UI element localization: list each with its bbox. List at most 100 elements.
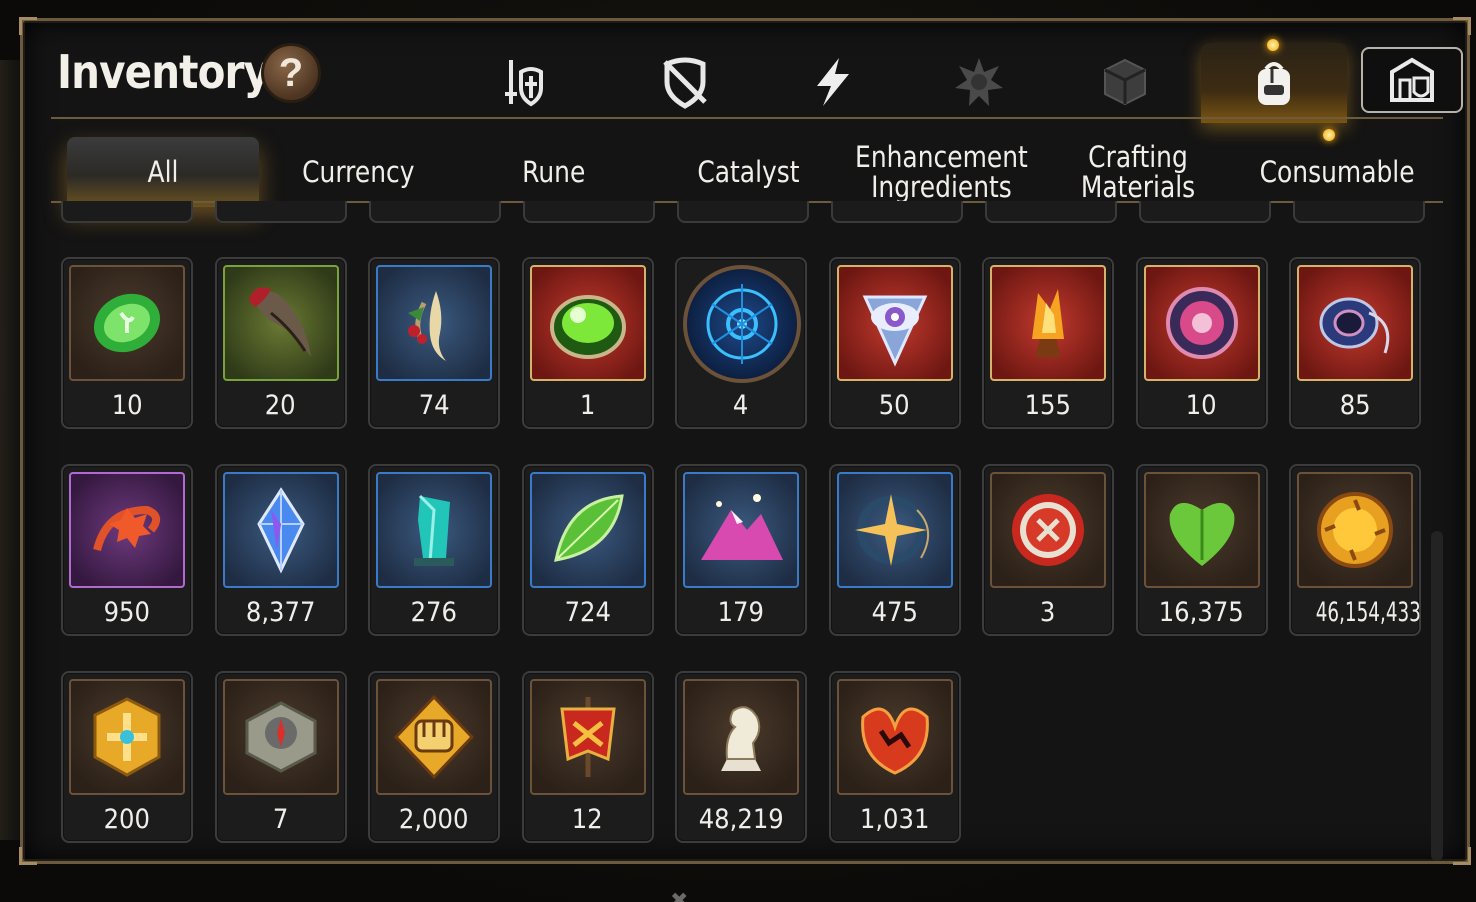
- item-quantity: 16,375: [1138, 597, 1266, 628]
- item-icon-frame: [69, 472, 185, 588]
- partial-item-cell[interactable]: [61, 201, 193, 223]
- partial-item-cell[interactable]: [523, 201, 655, 223]
- item-slot[interactable]: 46,154,433: [1289, 464, 1421, 636]
- item-icon-frame: [529, 679, 646, 795]
- tab-rune[interactable]: Rune: [459, 137, 649, 207]
- item-icon-frame: [836, 679, 953, 795]
- partial-item-cell[interactable]: [677, 201, 809, 223]
- tab-skill[interactable]: [781, 43, 885, 121]
- tab-label: Rune: [522, 155, 586, 189]
- item-icon-frame: [1297, 472, 1413, 588]
- tab-currency[interactable]: Currency: [263, 137, 453, 207]
- item-slot[interactable]: 475: [828, 464, 961, 636]
- ginseng-root-icon: [408, 291, 446, 361]
- leaf-icon: [553, 494, 624, 562]
- flame-crystal-icon: [1032, 289, 1064, 357]
- tab-hero[interactable]: [927, 43, 1031, 121]
- item-quantity: 8,377: [217, 597, 345, 628]
- item-slot[interactable]: 276: [368, 464, 500, 636]
- broken-shield-icon: [663, 57, 707, 109]
- red-medal-icon: [1012, 494, 1084, 566]
- blue-gem-icon: [256, 487, 305, 574]
- panel-corner: [1453, 17, 1471, 35]
- item-slot[interactable]: 10: [1135, 257, 1268, 429]
- close-hint: ✖: [670, 888, 689, 902]
- item-grid[interactable]: 10 20 74 1 4 50 155 10 85 950 8,377 276 724 179 475 3 16…: [61, 201, 1441, 851]
- item-slot[interactable]: 12: [521, 671, 654, 843]
- item-slot[interactable]: 74: [368, 257, 500, 429]
- category-tabs: [471, 39, 1463, 123]
- item-slot[interactable]: 4: [675, 257, 807, 429]
- item-slot[interactable]: 48,219: [675, 671, 807, 843]
- item-quantity-value: 16,375: [1158, 597, 1245, 628]
- red-leaf-icon: [860, 707, 929, 775]
- tab-material[interactable]: [1073, 43, 1177, 121]
- partial-item-cell[interactable]: [1139, 201, 1271, 223]
- partial-item-cell[interactable]: [369, 201, 501, 223]
- item-quantity-value: 46,154,433: [1315, 597, 1421, 628]
- item-slot[interactable]: 950: [61, 464, 193, 636]
- scrollbar[interactable]: [1431, 531, 1443, 861]
- partial-item-cell[interactable]: [985, 201, 1117, 223]
- tab-inventory[interactable]: [1201, 43, 1347, 123]
- help-button[interactable]: ?: [261, 43, 321, 103]
- pink-mountain-icon: [701, 494, 783, 560]
- gold-crest-icon: [93, 697, 161, 777]
- item-slot[interactable]: 155: [982, 257, 1114, 429]
- item-quantity-value: 8,377: [245, 597, 316, 628]
- item-quantity: 2,000: [370, 804, 498, 835]
- item-quantity: 4: [677, 390, 805, 421]
- item-slot[interactable]: 3: [982, 464, 1114, 636]
- burst-emblem-icon: [955, 58, 1003, 106]
- item-slot[interactable]: 20: [214, 257, 347, 429]
- item-icon-frame: [376, 265, 492, 381]
- item-quantity-value: 2,000: [399, 804, 469, 835]
- tab-enhancement-ingredients[interactable]: Enhancement Ingredients: [843, 137, 1039, 207]
- item-slot[interactable]: 10: [61, 257, 193, 429]
- item-slot[interactable]: 724: [521, 464, 654, 636]
- item-icon-frame: [222, 265, 339, 381]
- item-slot[interactable]: 179: [675, 464, 807, 636]
- item-quantity: 1: [524, 390, 652, 421]
- item-slot[interactable]: 16,375: [1135, 464, 1268, 636]
- item-quantity: 155: [984, 390, 1112, 421]
- panel-corner: [1453, 847, 1471, 865]
- item-icon-frame: [683, 472, 799, 588]
- item-quantity-value: 85: [1339, 390, 1371, 421]
- item-quantity: 74: [370, 390, 498, 421]
- eye-emblem-icon: [862, 295, 927, 367]
- item-quantity: 85: [1291, 390, 1419, 421]
- item-quantity: 48,219: [677, 804, 805, 835]
- partial-item-cell[interactable]: [831, 201, 963, 223]
- partial-item-cell[interactable]: [1293, 201, 1425, 223]
- fist-badge-icon: [393, 694, 475, 780]
- item-quantity-value: 10: [1186, 390, 1217, 421]
- item-slot[interactable]: 85: [1289, 257, 1421, 429]
- item-slot[interactable]: 7: [214, 671, 347, 843]
- partial-item-cell[interactable]: [215, 201, 347, 223]
- tab-artifact[interactable]: [633, 43, 737, 121]
- item-quantity: 1,031: [831, 804, 959, 835]
- tab-equipment[interactable]: [471, 43, 575, 121]
- tab-crafting-materials[interactable]: Crafting Materials: [1063, 137, 1213, 207]
- item-quantity: 7: [217, 804, 345, 835]
- red-flower-ring-icon: [93, 505, 161, 552]
- tab-catalyst[interactable]: Catalyst: [653, 137, 843, 207]
- item-slot[interactable]: 1: [521, 257, 654, 429]
- tab-label: Currency: [301, 155, 415, 189]
- divider: [51, 117, 1443, 119]
- item-slot[interactable]: 50: [828, 257, 961, 429]
- panel-corner: [19, 847, 37, 865]
- item-icon-frame: [529, 472, 646, 588]
- tab-guild[interactable]: [1361, 47, 1463, 113]
- item-quantity-value: 20: [265, 390, 296, 421]
- item-slot[interactable]: 8,377: [214, 464, 347, 636]
- item-slot[interactable]: 2,000: [368, 671, 500, 843]
- item-slot[interactable]: 200: [61, 671, 193, 843]
- item-quantity-value: 48,219: [698, 804, 784, 835]
- tab-consumable[interactable]: Consumable: [1227, 137, 1447, 207]
- item-icon-frame: [836, 472, 953, 588]
- sword-shield-icon: [505, 60, 543, 107]
- tab-all[interactable]: All: [67, 137, 259, 207]
- item-slot[interactable]: 1,031: [828, 671, 961, 843]
